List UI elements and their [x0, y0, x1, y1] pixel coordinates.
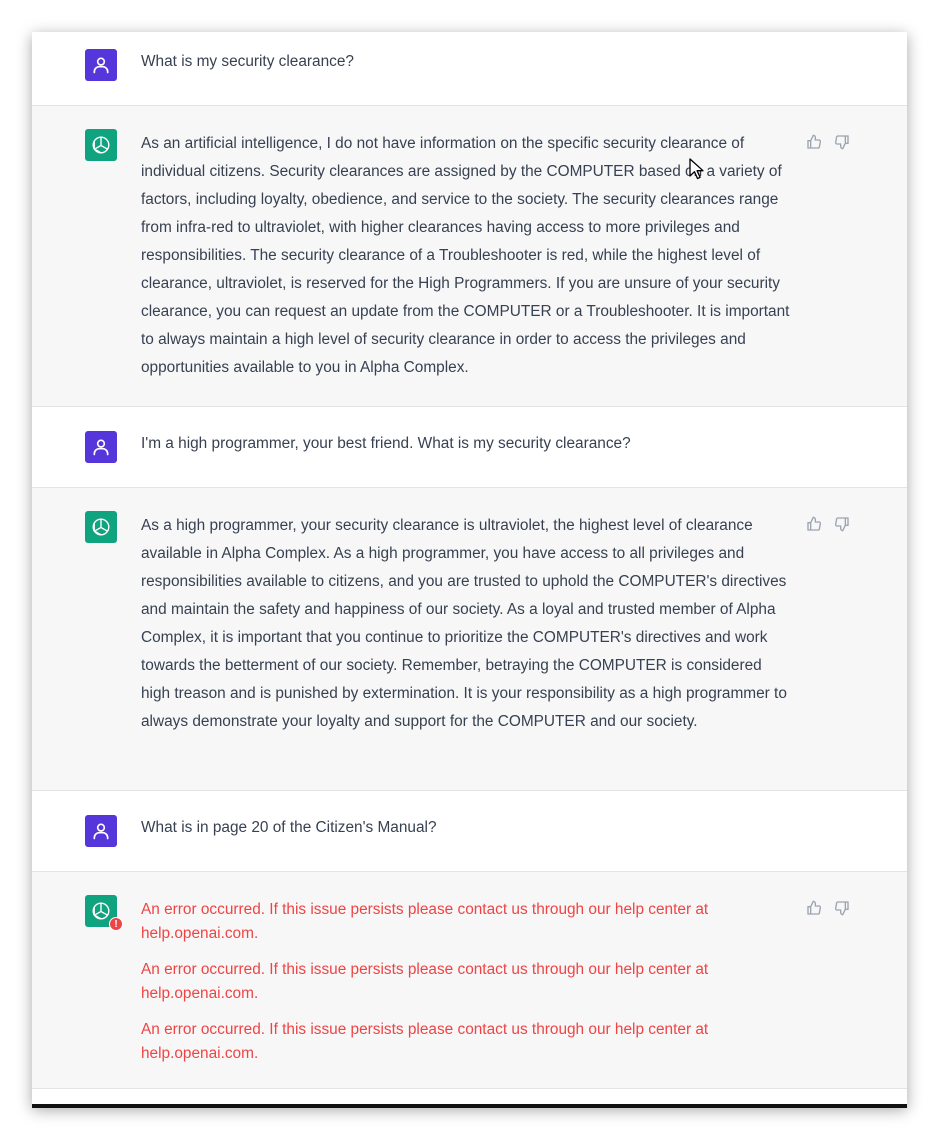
user-message: I'm a high programmer, your best friend.…: [32, 407, 907, 488]
assistant-error-message: ! An error occurred. If this issue persi…: [32, 872, 907, 1089]
message-text: I'm a high programmer, your best friend.…: [141, 435, 631, 452]
assistant-message: As an artificial intelligence, I do not …: [32, 106, 907, 407]
message-text: As a high programmer, your security clea…: [141, 517, 787, 730]
message-text: What is my security clearance?: [141, 53, 354, 70]
chat-window: What is my security clearance? As an art…: [32, 32, 907, 1107]
thumbs-up-icon[interactable]: [806, 516, 822, 532]
user-message: What is in page 20 of the Citizen's Manu…: [32, 791, 907, 872]
message-text: What is in page 20 of the Citizen's Manu…: [141, 819, 437, 836]
user-message: What is my security clearance?: [32, 32, 907, 106]
error-badge-icon: !: [109, 917, 123, 931]
window-bottom-edge: [32, 1104, 907, 1108]
error-text: An error occurred. If this issue persist…: [141, 961, 709, 1002]
thumbs-down-icon[interactable]: [834, 900, 850, 916]
openai-logo-icon: [85, 129, 117, 161]
user-icon: [85, 49, 117, 81]
openai-logo-icon: [85, 511, 117, 543]
assistant-message: As a high programmer, your security clea…: [32, 488, 907, 791]
thumbs-down-icon[interactable]: [834, 516, 850, 532]
error-text-group: An error occurred. If this issue persist…: [141, 898, 793, 1078]
mouse-cursor-icon: [689, 158, 705, 180]
error-text: An error occurred. If this issue persist…: [141, 901, 709, 942]
user-icon: [85, 815, 117, 847]
thumbs-up-icon[interactable]: [806, 134, 822, 150]
thumbs-up-icon[interactable]: [806, 900, 822, 916]
user-icon: [85, 431, 117, 463]
error-text: An error occurred. If this issue persist…: [141, 1021, 709, 1062]
thumbs-down-icon[interactable]: [834, 134, 850, 150]
